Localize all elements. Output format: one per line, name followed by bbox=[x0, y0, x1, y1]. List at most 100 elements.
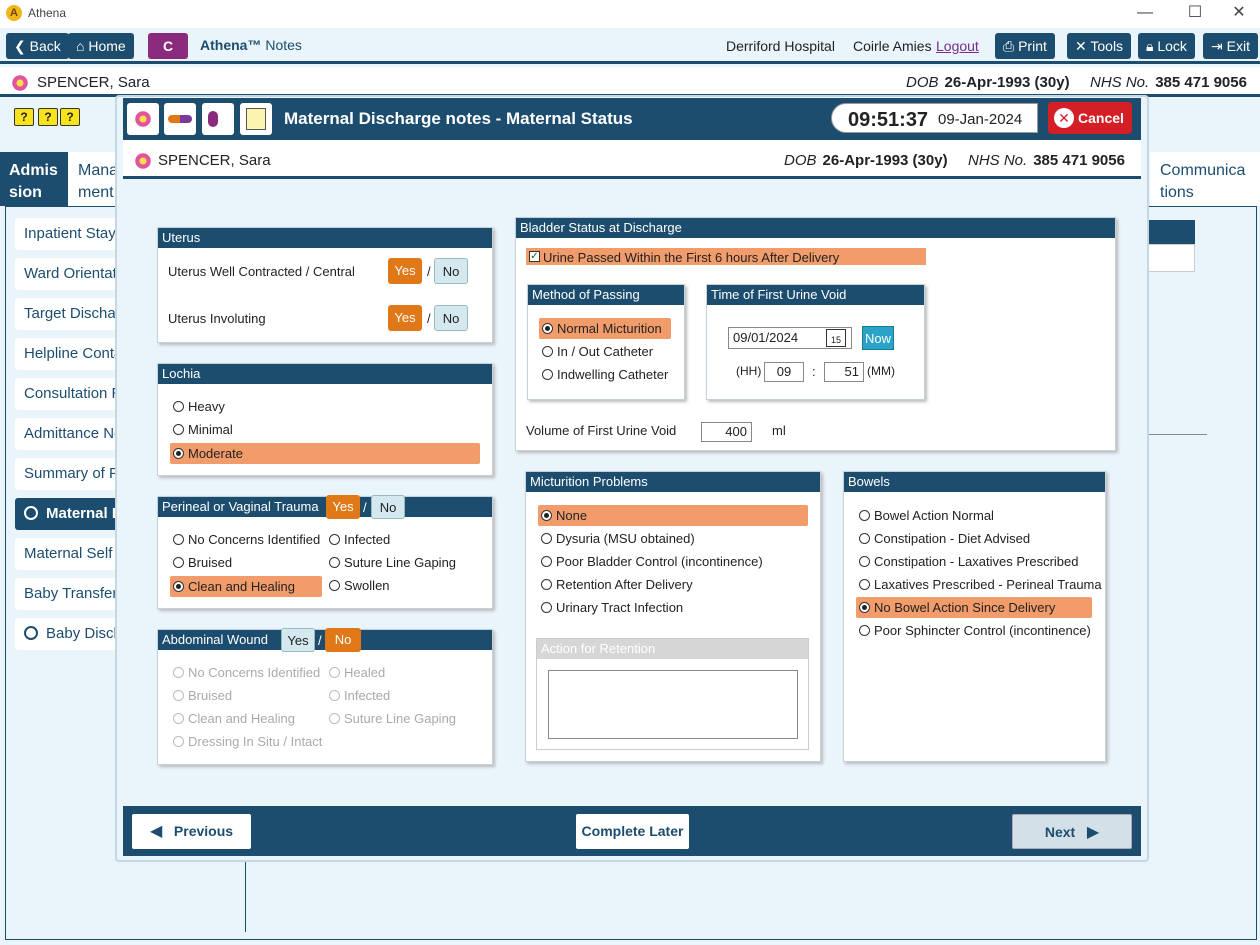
time-colon: : bbox=[812, 364, 816, 379]
tab-communications[interactable]: Communica tions bbox=[1150, 152, 1260, 206]
retention-action-title: Action for Retention bbox=[537, 639, 808, 659]
perineal-yes[interactable]: Yes bbox=[326, 495, 360, 519]
abdominal-suture-gaping-radio[interactable]: Suture Line Gaping bbox=[326, 708, 481, 729]
sidebar-item-label: Maternal Self bbox=[24, 545, 113, 562]
micturition-dysuria-radio[interactable]: Dysuria (MSU obtained) bbox=[538, 528, 808, 549]
circle-icon bbox=[24, 626, 38, 640]
abdominal-yes[interactable]: Yes bbox=[281, 628, 315, 652]
flower-icon[interactable] bbox=[127, 103, 159, 135]
uterus-involuting-yes[interactable]: Yes bbox=[388, 305, 422, 331]
back-button[interactable]: ❮ Back bbox=[6, 33, 69, 59]
patient-name: SPENCER, Sara bbox=[37, 74, 150, 91]
lochia-moderate-radio[interactable]: Moderate bbox=[170, 443, 480, 464]
volume-input[interactable]: 400 bbox=[701, 422, 752, 442]
micturition-retention-radio[interactable]: Retention After Delivery bbox=[538, 574, 808, 595]
bowel-normal-radio[interactable]: Bowel Action Normal bbox=[856, 505, 1092, 526]
abdominal-clean-healing-radio[interactable]: Clean and Healing bbox=[170, 708, 320, 729]
perineal-swollen-radio[interactable]: Swollen bbox=[326, 575, 476, 596]
uterus-title: Uterus bbox=[158, 228, 492, 248]
minute-input[interactable]: 51 bbox=[824, 362, 864, 382]
modal-patient-nhs: NHS No. 385 471 9056 bbox=[968, 152, 1125, 169]
method-normal-radio[interactable]: Normal Micturition bbox=[539, 318, 671, 339]
patient-dob: DOB 26-Apr-1993 (30y) bbox=[906, 74, 1070, 91]
athena-logo-icon: A bbox=[6, 5, 22, 21]
logout-link[interactable]: Logout bbox=[936, 38, 979, 54]
uterus-contracted-no[interactable]: No bbox=[434, 258, 468, 284]
tab-admission[interactable]: Admis sion bbox=[0, 152, 68, 206]
print-button[interactable]: ⎙ Print bbox=[995, 33, 1055, 59]
perineal-bruised-radio[interactable]: Bruised bbox=[170, 552, 320, 573]
home-button[interactable]: ⌂ Home bbox=[68, 33, 134, 59]
urine-passed-label: Urine Passed Within the First 6 hours Af… bbox=[543, 250, 840, 265]
abdominal-no-concerns-radio[interactable]: No Concerns Identified bbox=[170, 662, 325, 683]
now-button[interactable]: Now bbox=[862, 326, 894, 350]
micturition-poor-control-radio[interactable]: Poor Bladder Control (incontinence) bbox=[538, 551, 808, 572]
next-button[interactable]: Next ▶ bbox=[1012, 814, 1132, 849]
tools-button[interactable]: ✕ Tools bbox=[1067, 33, 1132, 59]
home-icon: ⌂ bbox=[76, 38, 89, 54]
uterus-involuting-label: Uterus Involuting bbox=[168, 311, 266, 326]
method-title: Method of Passing bbox=[528, 285, 684, 305]
perineal-no-concerns-radio[interactable]: No Concerns Identified bbox=[170, 529, 325, 550]
bowel-constipation-diet-radio[interactable]: Constipation - Diet Advised bbox=[856, 528, 1092, 549]
sidebar-item-label: Ward Orientati bbox=[24, 265, 121, 282]
abdominal-no[interactable]: No bbox=[325, 628, 361, 652]
exit-button[interactable]: ⇥ Exit bbox=[1203, 33, 1258, 59]
modal-patient-name: SPENCER, Sara bbox=[158, 152, 271, 169]
slash: / bbox=[363, 500, 367, 515]
background-divider bbox=[1145, 434, 1207, 435]
alert-icon-3[interactable]: ? bbox=[60, 108, 80, 126]
bowel-no-action-radio[interactable]: No Bowel Action Since Delivery bbox=[856, 597, 1092, 618]
micturition-none-radio[interactable]: None bbox=[538, 505, 808, 526]
perineal-suture-gaping-radio[interactable]: Suture Line Gaping bbox=[326, 552, 481, 573]
modal-patient-dob: DOB 26-Apr-1993 (30y) bbox=[784, 152, 948, 169]
hour-input[interactable]: 09 bbox=[764, 362, 804, 382]
retention-action-textarea[interactable] bbox=[548, 670, 798, 739]
sidebar-item-label: Summary of P bbox=[24, 465, 120, 482]
micturition-uti-radio[interactable]: Urinary Tract Infection bbox=[538, 597, 808, 618]
sidebar-item-label: Inpatient Stay bbox=[24, 225, 116, 242]
background-divider-vertical bbox=[245, 860, 246, 932]
bowel-laxatives-perineal-radio[interactable]: Laxatives Prescribed - Perineal Trauma bbox=[856, 574, 1102, 595]
abdominal-healed-radio[interactable]: Healed bbox=[326, 662, 476, 683]
method-inout-catheter-radio[interactable]: In / Out Catheter bbox=[539, 341, 671, 362]
lochia-title: Lochia bbox=[158, 364, 492, 384]
minimize-button[interactable]: — bbox=[1130, 2, 1160, 24]
close-window-button[interactable]: ✕ bbox=[1224, 2, 1254, 24]
slash: / bbox=[427, 311, 431, 326]
abdominal-bruised-radio[interactable]: Bruised bbox=[170, 685, 320, 706]
background-panel bbox=[1145, 244, 1195, 272]
lochia-heavy-radio[interactable]: Heavy bbox=[170, 396, 320, 417]
previous-button[interactable]: ◀ Previous bbox=[132, 814, 251, 849]
printer-icon: ⎙ bbox=[1003, 38, 1019, 54]
perineal-clean-healing-radio[interactable]: Clean and Healing bbox=[170, 576, 322, 597]
method-indwelling-catheter-radio[interactable]: Indwelling Catheter bbox=[539, 364, 679, 385]
mother-baby-icon[interactable] bbox=[202, 103, 234, 135]
modal-title: Maternal Discharge notes - Maternal Stat… bbox=[284, 109, 633, 128]
uterus-contracted-yes[interactable]: Yes bbox=[388, 258, 422, 284]
perineal-no[interactable]: No bbox=[371, 495, 405, 519]
bowel-constipation-laxatives-radio[interactable]: Constipation - Laxatives Prescribed bbox=[856, 551, 1092, 572]
abdominal-infected-radio[interactable]: Infected bbox=[326, 685, 476, 706]
abdominal-dressing-radio[interactable]: Dressing In Situ / Intact bbox=[170, 731, 340, 752]
complete-later-button[interactable]: Complete Later bbox=[576, 814, 689, 849]
sidebar-item-label: Consultation R bbox=[24, 385, 123, 402]
calendar-icon[interactable]: 15 bbox=[826, 329, 846, 347]
close-icon: ✕ bbox=[1054, 108, 1074, 128]
alert-icon-2[interactable]: ? bbox=[38, 108, 58, 126]
alert-icon-1[interactable]: ? bbox=[14, 108, 34, 126]
perineal-infected-radio[interactable]: Infected bbox=[326, 529, 476, 550]
c-button[interactable]: C bbox=[148, 33, 188, 59]
maximize-button[interactable]: ☐ bbox=[1180, 2, 1210, 24]
lock-button[interactable]: 🔒︎ Lock bbox=[1138, 33, 1195, 59]
hospital-name: Derriford Hospital bbox=[726, 38, 835, 54]
checkmark-icon[interactable]: ✓ bbox=[529, 251, 540, 262]
bowel-poor-sphincter-radio[interactable]: Poor Sphincter Control (incontinence) bbox=[856, 620, 1096, 641]
chevron-left-icon: ❮ bbox=[14, 38, 30, 54]
window-title: Athena bbox=[28, 6, 67, 20]
tools-icon: ✕ bbox=[1075, 38, 1091, 54]
uterus-involuting-no[interactable]: No bbox=[434, 305, 468, 331]
lochia-minimal-radio[interactable]: Minimal bbox=[170, 419, 320, 440]
medication-icon[interactable] bbox=[164, 103, 196, 135]
notes-icon[interactable] bbox=[240, 103, 272, 135]
